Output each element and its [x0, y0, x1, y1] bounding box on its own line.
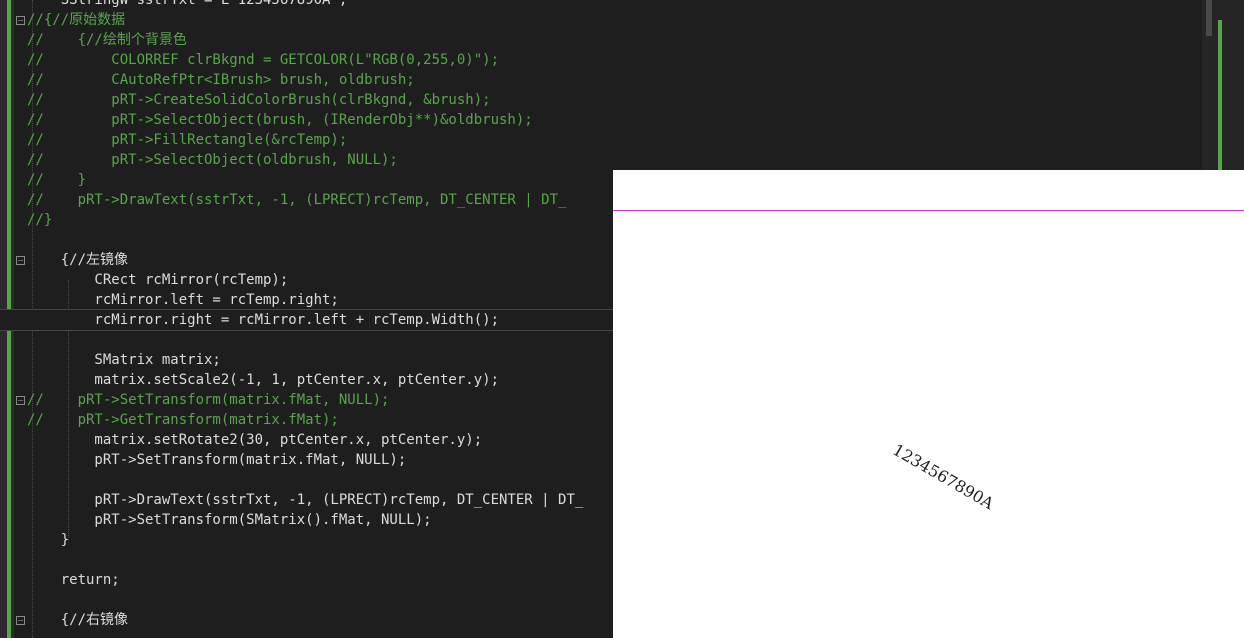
code-text: pRT->SelectObject(brush, (IRenderObj**)&… — [27, 112, 533, 128]
fold-toggle-icon[interactable]: − — [16, 256, 25, 265]
code-text: {//原始数据 — [27, 12, 126, 28]
code-text: SMatrix matrix; — [27, 352, 221, 368]
code-text: SStringW sstrTxt = L"1234567890A"; — [27, 0, 348, 8]
code-text: } — [27, 172, 87, 188]
code-text: CAutoRefPtr<IBrush> brush, oldbrush; — [27, 72, 415, 88]
code-text: pRT->CreateSolidColorBrush(clrBkgnd, &br… — [27, 92, 491, 108]
code-line[interactable]: // {//绘制个背景色 — [0, 30, 1210, 50]
code-text: pRT->DrawText(sstrTxt, -1, (LPRECT)rcTem… — [27, 192, 567, 208]
code-text: {//绘制个背景色 — [27, 32, 187, 48]
code-text: {//右镜像 — [27, 612, 129, 628]
code-text: matrix.setRotate2(30, ptCenter.x, ptCent… — [27, 432, 483, 448]
fold-toggle-icon[interactable]: − — [16, 616, 25, 625]
code-line[interactable]: // pRT->SelectObject(oldbrush, NULL); — [0, 150, 1210, 170]
code-text: pRT->SelectObject(oldbrush, NULL); — [27, 152, 398, 168]
code-line[interactable]: // CAutoRefPtr<IBrush> brush, oldbrush; — [0, 70, 1210, 90]
code-text: pRT->SetTransform(matrix.fMat, NULL); — [27, 392, 390, 408]
code-text: } — [27, 212, 53, 228]
code-text: pRT->FillRectangle(&rcTemp); — [27, 132, 348, 148]
fold-toggle-icon[interactable]: − — [16, 396, 25, 405]
code-text: {//左镜像 — [27, 252, 129, 268]
fold-toggle-icon[interactable]: − — [16, 16, 25, 25]
rotated-render-text: 1234567890A — [889, 440, 998, 514]
code-text: rcMirror.left = rcTemp.right; — [27, 292, 339, 308]
code-text: matrix.setScale2(-1, 1, ptCenter.x, ptCe… — [27, 372, 500, 388]
code-text: pRT->DrawText(sstrTxt, -1, (LPRECT)rcTem… — [27, 492, 584, 508]
render-guide-line — [613, 210, 1244, 211]
code-text: return; — [27, 572, 120, 588]
code-text: CRect rcMirror(rcTemp); — [27, 272, 289, 288]
render-preview-window: 1234567890A — [613, 170, 1244, 638]
code-text: pRT->GetTransform(matrix.fMat); — [27, 412, 339, 428]
code-text: rcMirror.right = rcMirror.left + rcTemp.… — [27, 312, 500, 328]
code-line[interactable]: // COLORREF clrBkgnd = GETCOLOR(L"RGB(0,… — [0, 50, 1210, 70]
code-text: pRT->SetTransform(matrix.fMat, NULL); — [27, 452, 407, 468]
code-line[interactable]: SStringW sstrTxt = L"1234567890A"; — [0, 0, 1210, 10]
code-text: COLORREF clrBkgnd = GETCOLOR(L"RGB(0,255… — [27, 52, 500, 68]
code-line[interactable]: // pRT->SelectObject(brush, (IRenderObj*… — [0, 110, 1210, 130]
code-line[interactable]: // pRT->CreateSolidColorBrush(clrBkgnd, … — [0, 90, 1210, 110]
scroll-thumb[interactable] — [1206, 0, 1212, 36]
code-text: pRT->SetTransform(SMatrix().fMat, NULL); — [27, 512, 432, 528]
code-line[interactable]: // pRT->FillRectangle(&rcTemp); — [0, 130, 1210, 150]
code-line[interactable]: −// {//原始数据 — [0, 10, 1210, 30]
code-text: } — [27, 532, 70, 548]
